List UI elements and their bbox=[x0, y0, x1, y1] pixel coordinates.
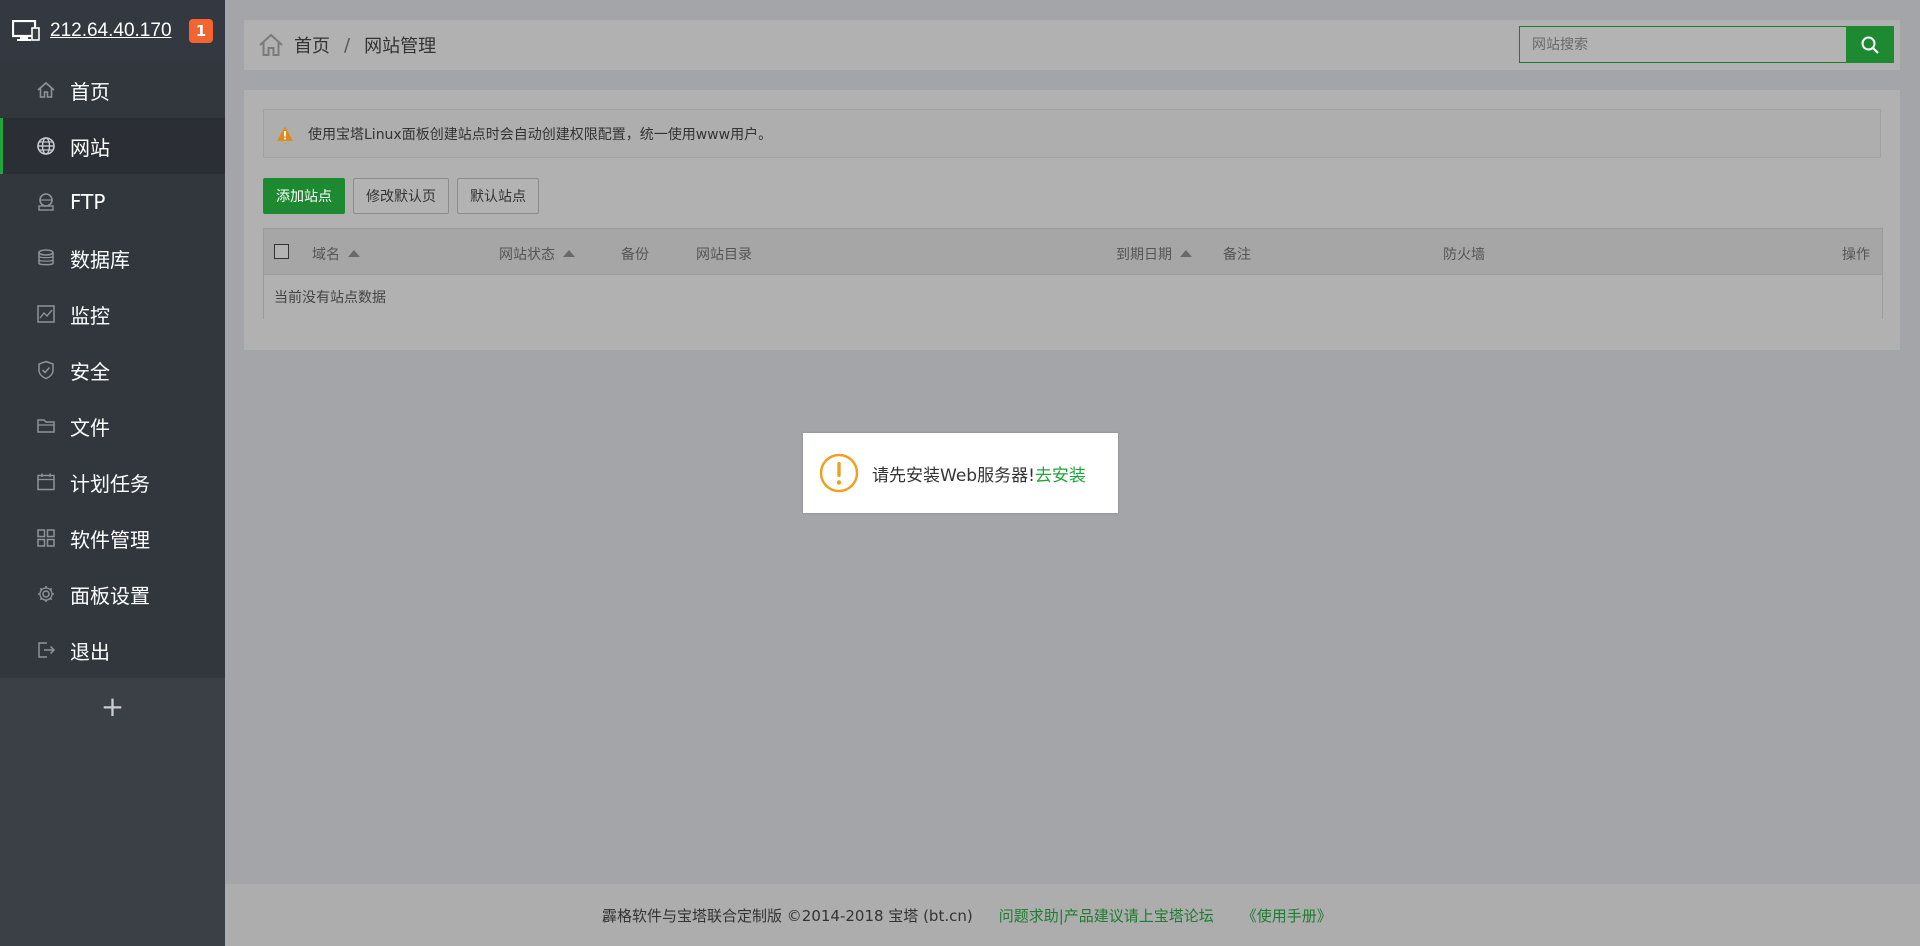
sidebar-item-home[interactable]: 首页 bbox=[0, 62, 225, 118]
sidebar-item-ftp[interactable]: FTP bbox=[0, 174, 225, 230]
breadcrumb-separator: / bbox=[344, 34, 351, 56]
sidebar-item-software[interactable]: 软件管理 bbox=[0, 510, 225, 566]
sidebar-item-label: 安全 bbox=[70, 359, 110, 384]
home-icon bbox=[36, 80, 56, 100]
warning-icon bbox=[277, 126, 293, 141]
sort-up-icon bbox=[348, 249, 360, 257]
add-shortcut-button[interactable]: + bbox=[0, 678, 225, 734]
column-status[interactable]: 网站状态 bbox=[499, 244, 575, 264]
sidebar-item-label: 计划任务 bbox=[70, 471, 150, 496]
column-firewall: 防火墙 bbox=[1443, 247, 1485, 263]
column-domain[interactable]: 域名 bbox=[312, 244, 360, 264]
sidebar-item-files[interactable]: 文件 bbox=[0, 398, 225, 454]
column-actions: 操作 bbox=[1842, 247, 1870, 263]
content-panel: 使用宝塔Linux面板创建站点时会自动创建权限配置，统一使用www用户。 添加站… bbox=[244, 90, 1900, 350]
select-all-checkbox[interactable] bbox=[274, 244, 289, 259]
shield-icon bbox=[36, 360, 56, 380]
sidebar-item-monitor[interactable]: 监控 bbox=[0, 286, 225, 342]
column-remark: 备注 bbox=[1223, 247, 1251, 263]
sidebar-item-website[interactable]: 网站 bbox=[0, 118, 225, 174]
server-ip-link[interactable]: 212.64.40.170 bbox=[50, 20, 189, 42]
footer: 霹格软件与宝塔联合定制版 ©2014-2018 宝塔 (bt.cn) 问题求助|… bbox=[225, 884, 1920, 946]
install-link[interactable]: 去安装 bbox=[1035, 461, 1086, 486]
search-icon bbox=[1861, 36, 1879, 54]
sidebar-item-label: FTP bbox=[70, 190, 106, 214]
column-label: 网站状态 bbox=[499, 247, 555, 263]
sort-up-icon bbox=[1180, 249, 1192, 257]
database-icon bbox=[36, 248, 56, 268]
sidebar-item-label: 网站 bbox=[70, 135, 110, 160]
manual-link[interactable]: 《使用手册》 bbox=[1242, 905, 1332, 926]
folder-icon bbox=[36, 416, 56, 436]
sidebar-item-label: 面板设置 bbox=[70, 583, 150, 608]
breadcrumb-home[interactable]: 首页 bbox=[294, 32, 330, 58]
sidebar-item-logout[interactable]: 退出 bbox=[0, 622, 225, 678]
column-backup: 备份 bbox=[621, 247, 649, 263]
add-site-button[interactable]: 添加站点 bbox=[263, 178, 345, 214]
action-buttons: 添加站点 修改默认页 默认站点 bbox=[263, 178, 539, 214]
search-button[interactable] bbox=[1846, 26, 1894, 63]
sidebar-menu: 首页 网站 FTP 数据库 监控 安全 文件 计划任务 软件管理 面板设置 退出 bbox=[0, 62, 225, 678]
home-icon[interactable] bbox=[258, 32, 284, 58]
logout-icon bbox=[36, 640, 56, 660]
ftp-icon bbox=[36, 192, 56, 212]
copyright: 霹格软件与宝塔联合定制版 ©2014-2018 宝塔 (bt.cn) bbox=[602, 906, 973, 925]
sidebar-item-database[interactable]: 数据库 bbox=[0, 230, 225, 286]
server-header: 212.64.40.170 1 bbox=[0, 0, 225, 62]
column-label: 到期日期 bbox=[1116, 247, 1172, 263]
sidebar-item-settings[interactable]: 面板设置 bbox=[0, 566, 225, 622]
default-site-button[interactable]: 默认站点 bbox=[457, 178, 539, 214]
sidebar-item-label: 数据库 bbox=[70, 247, 130, 272]
toast-message: 请先安装Web服务器! bbox=[872, 465, 1035, 486]
table-header: 域名 网站状态 备份 网站目录 到期日期 备注 防火墙 操作 bbox=[264, 229, 1882, 275]
breadcrumb-bar: 首页 / 网站管理 bbox=[244, 20, 1900, 70]
site-search bbox=[1519, 26, 1894, 63]
column-directory: 网站目录 bbox=[696, 247, 752, 263]
help-forum-link[interactable]: 问题求助|产品建议请上宝塔论坛 bbox=[999, 905, 1214, 926]
monitor-chart-icon bbox=[36, 304, 56, 324]
sidebar-item-label: 首页 bbox=[70, 79, 110, 104]
table-empty-row: 当前没有站点数据 bbox=[264, 275, 1882, 319]
notice-text: 使用宝塔Linux面板创建站点时会自动创建权限配置，统一使用www用户。 bbox=[308, 126, 773, 143]
monitor-icon bbox=[12, 20, 40, 41]
sidebar-item-cron[interactable]: 计划任务 bbox=[0, 454, 225, 510]
sidebar-item-label: 退出 bbox=[70, 639, 110, 664]
search-input[interactable] bbox=[1519, 26, 1846, 63]
sort-up-icon bbox=[563, 249, 575, 257]
page-title: 网站管理 bbox=[364, 36, 437, 57]
sidebar-item-label: 文件 bbox=[70, 415, 110, 440]
sidebar: 212.64.40.170 1 首页 网站 FTP 数据库 监控 安全 文件 计… bbox=[0, 0, 225, 946]
empty-text: 当前没有站点数据 bbox=[274, 290, 386, 306]
sidebar-item-label: 软件管理 bbox=[70, 527, 150, 552]
globe-icon bbox=[36, 136, 56, 156]
sidebar-item-label: 监控 bbox=[70, 303, 110, 328]
notice-bar: 使用宝塔Linux面板创建站点时会自动创建权限配置，统一使用www用户。 bbox=[263, 109, 1881, 158]
exclamation-icon bbox=[819, 453, 859, 493]
notification-badge[interactable]: 1 bbox=[189, 19, 213, 43]
site-table: 域名 网站状态 备份 网站目录 到期日期 备注 防火墙 操作 当前没有站点数据 bbox=[263, 228, 1883, 319]
grid-icon bbox=[36, 528, 56, 548]
sidebar-item-security[interactable]: 安全 bbox=[0, 342, 225, 398]
calendar-icon bbox=[36, 472, 56, 492]
column-label: 域名 bbox=[312, 247, 340, 263]
install-server-toast: 请先安装Web服务器! 去安装 bbox=[803, 433, 1118, 513]
modify-default-page-button[interactable]: 修改默认页 bbox=[353, 178, 449, 214]
gear-icon bbox=[36, 584, 56, 604]
column-expiry[interactable]: 到期日期 bbox=[1116, 244, 1192, 264]
